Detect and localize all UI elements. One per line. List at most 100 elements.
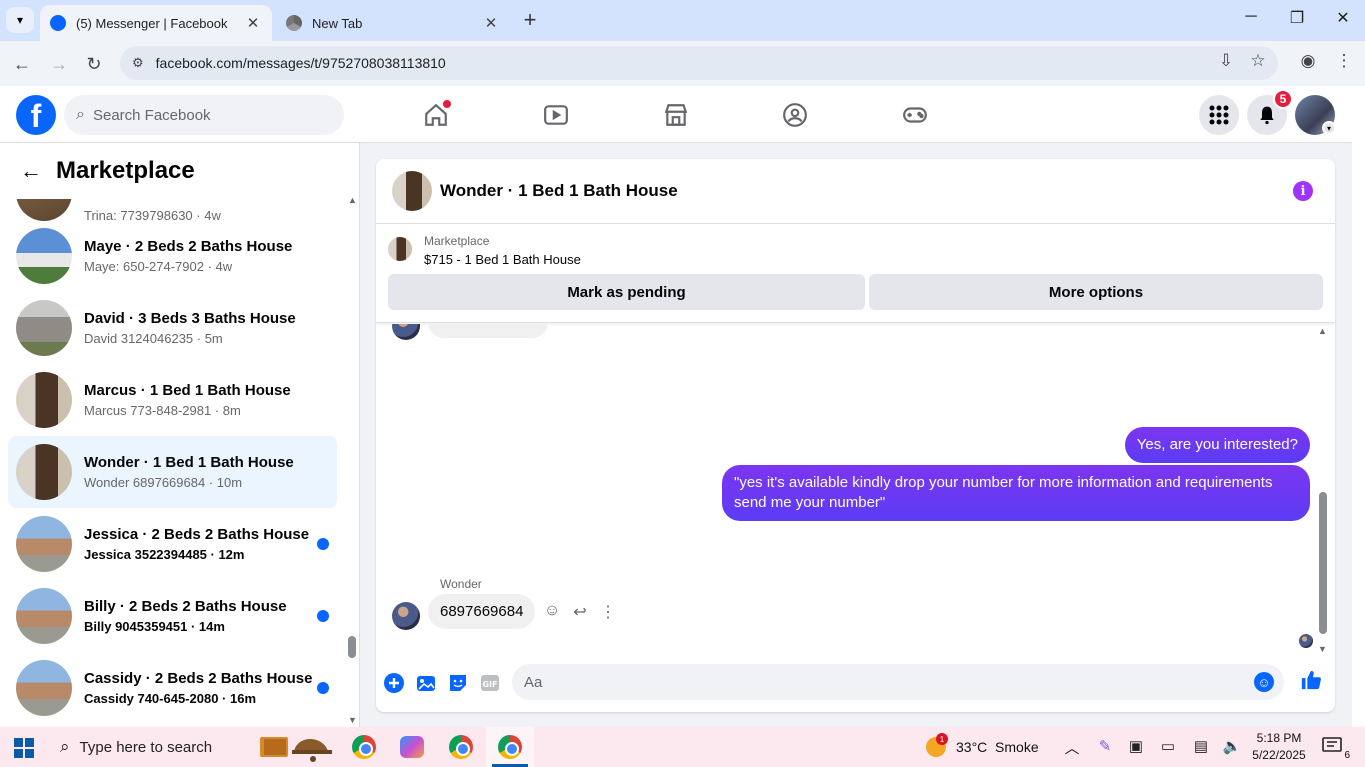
reload-icon[interactable]: ↻ <box>81 51 107 77</box>
chat-avatar[interactable] <box>392 171 432 211</box>
bookmark-star-icon[interactable]: ☆ <box>1245 51 1271 71</box>
seen-receipt-avatar <box>1299 634 1313 648</box>
conversation-item[interactable]: Jessica · 2 Beds 2 Baths House Jessica 35… <box>8 508 337 580</box>
meet-now-icon[interactable]: ▣ <box>1125 737 1147 755</box>
close-tab-icon[interactable]: ✕ <box>244 14 262 32</box>
scroll-down-arrow-icon[interactable]: ▼ <box>1318 644 1327 654</box>
listing-thumbnail <box>16 660 72 716</box>
notifications-bell-icon[interactable]: 5 <box>1247 89 1293 135</box>
scroll-up-arrow-icon[interactable]: ▲ <box>1318 326 1327 336</box>
weather-text: 33°C Smoke <box>956 739 1039 755</box>
chat-title[interactable]: Wonder · 1 Bed 1 Bath House <box>440 181 678 201</box>
unread-dot <box>317 610 329 622</box>
facebook-favicon-icon <box>50 15 66 31</box>
marketplace-sidebar: Trina: 7739798630 · 4w Maye · 2 Beds 2 B… <box>0 143 360 727</box>
weather-widget[interactable]: 1 33°C Smoke <box>926 727 1039 767</box>
message-bubble-incoming[interactable]: 6897669684 <box>428 594 536 629</box>
volume-icon[interactable]: 🔈 <box>1221 737 1243 755</box>
conversation-item[interactable]: Marcus · 1 Bed 1 Bath House Marcus 773-84… <box>8 364 337 436</box>
reply-icon[interactable]: ↩ <box>570 602 590 622</box>
scroll-down-arrow-icon[interactable]: ▼ <box>348 715 357 725</box>
conversation-item[interactable]: David · 3 Beds 3 Baths House David 312404… <box>8 292 337 364</box>
account-chevron-icon[interactable]: ▾ <box>1322 121 1336 135</box>
listing-price-title[interactable]: $715 - 1 Bed 1 Bath House <box>424 252 581 267</box>
message-input[interactable]: Aa ☺ <box>512 664 1284 700</box>
tab-messenger[interactable]: (5) Messenger | Facebook ✕ <box>40 5 272 41</box>
info-icon[interactable]: i <box>1293 181 1313 201</box>
system-clock[interactable]: 5:18 PM 5/22/2025 <box>1247 730 1311 764</box>
tab-title: New Tab <box>312 15 363 31</box>
conversation-item[interactable]: Maye · 2 Beds 2 Baths House Maye: 650-274… <box>8 220 337 292</box>
emoji-icon[interactable]: ☺ <box>1254 672 1274 692</box>
page-scrollbar[interactable] <box>1352 86 1365 727</box>
sticker-icon[interactable] <box>447 672 469 694</box>
groups-nav-icon[interactable] <box>778 100 812 130</box>
thumbs-up-like-icon[interactable] <box>1300 669 1322 697</box>
conversation-item-selected[interactable]: Wonder · 1 Bed 1 Bath House Wonder 689766… <box>8 436 337 508</box>
site-settings-icon[interactable]: ⚙ <box>132 55 144 71</box>
gaming-nav-icon[interactable] <box>898 100 932 130</box>
url-bar[interactable]: ⚙ facebook.com/messages/t/97527080381138… <box>120 46 1278 80</box>
sender-avatar <box>392 324 420 340</box>
mark-as-pending-button[interactable]: Mark as pending <box>388 274 865 310</box>
taskbar-chrome-app[interactable] <box>340 727 388 767</box>
profile-account-icon[interactable]: ◉ <box>1295 51 1321 71</box>
search-highlight-illustration-icon <box>258 731 334 763</box>
tab-new-tab[interactable]: New Tab ✕ <box>276 5 510 41</box>
network-icon[interactable]: ▤ <box>1190 737 1212 755</box>
taskbar-chrome-app-active[interactable] <box>486 727 534 767</box>
notification-center-icon[interactable]: 6 <box>1322 737 1350 761</box>
scroll-thumb[interactable] <box>348 636 356 658</box>
more-options-button[interactable]: More options <box>869 274 1323 310</box>
taskbar-search-placeholder: Type here to search <box>79 738 213 756</box>
forward-arrow-icon[interactable]: → <box>46 51 72 77</box>
show-hidden-icons-chevron-icon[interactable]: ︿ <box>1061 737 1083 758</box>
chrome-icon <box>352 735 376 759</box>
message-bubble-outgoing[interactable]: "yes it's available kindly drop your num… <box>722 465 1310 521</box>
scroll-thumb[interactable] <box>1319 492 1327 634</box>
message-thread: Yes, are you interested? "yes it's avail… <box>376 324 1335 654</box>
sender-name: Wonder <box>440 577 482 591</box>
conversation-item[interactable]: Cassidy · 2 Beds 2 Baths House Cassidy 74… <box>8 652 337 724</box>
taskbar-copilot-app[interactable] <box>388 727 436 767</box>
video-nav-icon[interactable] <box>539 100 573 130</box>
scroll-up-arrow-icon[interactable]: ▲ <box>348 195 357 205</box>
unread-dot <box>317 682 329 694</box>
sender-avatar[interactable] <box>392 602 420 630</box>
thread-scrollbar[interactable]: ▲ ▼ <box>1317 324 1329 654</box>
new-tab-plus-icon[interactable]: + <box>518 8 542 32</box>
home-nav-icon[interactable] <box>419 100 453 130</box>
battery-icon[interactable]: ▭ <box>1157 737 1179 755</box>
pen-workspace-icon[interactable]: ✎ <box>1094 737 1116 755</box>
back-arrow-icon[interactable]: ← <box>9 51 35 77</box>
photo-gallery-icon[interactable] <box>415 672 437 694</box>
taskbar-chrome-app[interactable] <box>437 727 485 767</box>
listing-thumbnail[interactable] <box>388 237 412 261</box>
windows-start-icon[interactable] <box>14 738 34 758</box>
listing-thumbnail <box>16 372 72 428</box>
react-emoji-icon[interactable]: ☺ <box>542 602 562 620</box>
facebook-search-input[interactable]: ⌕ Search Facebook <box>64 95 344 135</box>
minimize-icon[interactable]: ─ <box>1236 8 1266 26</box>
conversation-preview: Jessica 3522394485 · 12m <box>84 547 245 562</box>
gif-icon[interactable]: GIF <box>479 672 501 694</box>
message-bubble-outgoing[interactable]: Yes, are you interested? <box>1124 427 1310 463</box>
clock-date: 5/22/2025 <box>1252 748 1306 762</box>
search-placeholder: Search Facebook <box>92 106 211 124</box>
sidebar-scrollbar[interactable]: ▲ ▼ <box>345 191 359 727</box>
install-app-icon[interactable]: ⇩ <box>1213 51 1239 71</box>
marketplace-nav-icon[interactable] <box>659 100 693 130</box>
restore-icon[interactable]: ❐ <box>1282 8 1312 28</box>
more-actions-icon[interactable]: ⋮ <box>598 602 618 622</box>
close-tab-icon[interactable]: ✕ <box>482 14 500 32</box>
listing-thumbnail <box>16 516 72 572</box>
sidebar-title: Marketplace <box>56 157 195 184</box>
conversation-item[interactable]: Billy · 2 Beds 2 Baths House Billy 904535… <box>8 580 337 652</box>
menu-grid-icon[interactable] <box>1199 95 1239 135</box>
window-close-icon[interactable]: ✕ <box>1328 8 1358 28</box>
facebook-logo-icon[interactable]: f <box>16 95 56 135</box>
kebab-menu-icon[interactable]: ⋮ <box>1331 51 1357 71</box>
tab-search-chevron-icon[interactable]: ▾ <box>6 7 34 33</box>
back-arrow-icon[interactable]: ← <box>20 158 46 184</box>
add-plus-icon[interactable] <box>383 672 405 694</box>
